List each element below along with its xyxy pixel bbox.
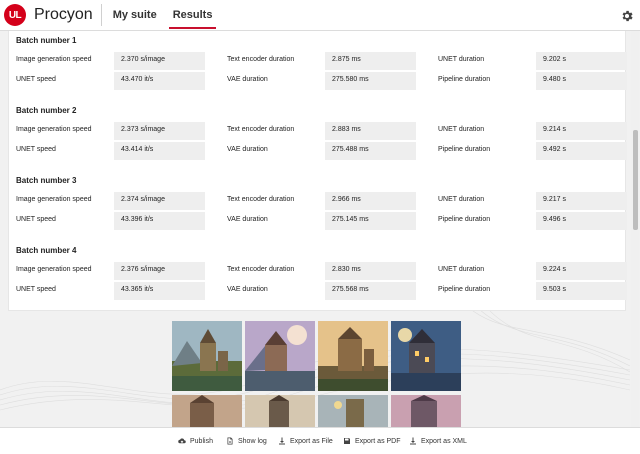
pipeline-duration-value: 9.496 s — [536, 212, 627, 230]
unet-duration-label: UNET duration — [438, 196, 485, 203]
unet-duration-label: UNET duration — [438, 126, 485, 133]
generated-image[interactable] — [172, 395, 242, 427]
unet-duration-value: 9.217 s — [536, 192, 627, 210]
metrics-row: Image generation speed 2.373 s/image Text … — [9, 122, 627, 140]
app-header: UL Procyon My suite Results — [0, 0, 640, 31]
show-log-label: Show log — [238, 437, 267, 445]
unet-duration-value: 9.224 s — [536, 262, 627, 280]
download-icon — [410, 437, 416, 445]
unet-speed-label: UNET speed — [16, 76, 56, 83]
generated-image[interactable] — [318, 395, 388, 427]
text-encoder-duration-value: 2.875 ms — [325, 52, 416, 70]
unet-speed-value: 43.365 it/s — [114, 282, 205, 300]
image-generation-speed-value: 2.373 s/image — [114, 122, 205, 140]
document-icon — [227, 437, 233, 445]
export-pdf-button[interactable]: Export as PDF — [343, 437, 401, 445]
batch-title: Batch number 1 — [16, 36, 77, 45]
unet-speed-label: UNET speed — [16, 216, 56, 223]
cloud-upload-icon — [178, 438, 186, 444]
generated-image[interactable] — [172, 321, 242, 391]
text-encoder-duration-value: 2.830 ms — [325, 262, 416, 280]
export-xml-label: Export as XML — [421, 437, 467, 445]
image-generation-speed-value: 2.376 s/image — [114, 262, 205, 280]
metrics-row: UNET speed 43.414 it/s VAE duration 275.488… — [9, 142, 627, 160]
tab-my-suite[interactable]: My suite — [105, 0, 165, 31]
metrics-row: Image generation speed 2.374 s/image Text … — [9, 192, 627, 210]
export-pdf-label: Export as PDF — [355, 437, 401, 445]
unet-duration-label: UNET duration — [438, 266, 485, 273]
header-divider — [100, 4, 102, 26]
metrics-row: UNET speed 43.365 it/s VAE duration 275.568… — [9, 282, 627, 300]
image-generation-speed-label: Image generation speed — [16, 126, 92, 133]
batch-title: Batch number 3 — [16, 176, 77, 185]
image-generation-speed-label: Image generation speed — [16, 196, 92, 203]
vae-duration-value: 275.568 ms — [325, 282, 416, 300]
pipeline-duration-label: Pipeline duration — [438, 216, 491, 223]
footer-toolbar: Publish Show log Export as File Export a… — [0, 427, 640, 454]
metrics-row: UNET speed 43.396 it/s VAE duration 275.145… — [9, 212, 627, 230]
app-title: Procyon — [34, 6, 93, 23]
unet-speed-value: 43.470 it/s — [114, 72, 205, 90]
pipeline-duration-label: Pipeline duration — [438, 76, 491, 83]
export-file-label: Export as File — [290, 437, 333, 445]
background-waves — [0, 300, 630, 411]
pipeline-duration-value: 9.492 s — [536, 142, 627, 160]
show-log-button[interactable]: Show log — [226, 437, 267, 445]
pipeline-duration-label: Pipeline duration — [438, 146, 491, 153]
vae-duration-label: VAE duration — [227, 146, 268, 153]
unet-duration-label: UNET duration — [438, 56, 485, 63]
unet-speed-value: 43.414 it/s — [114, 142, 205, 160]
vae-duration-value: 275.145 ms — [325, 212, 416, 230]
ul-logo: UL — [4, 4, 26, 26]
generated-image[interactable] — [391, 395, 461, 427]
image-generation-speed-label: Image generation speed — [16, 266, 92, 273]
image-generation-speed-value: 2.370 s/image — [114, 52, 205, 70]
tab-label: My suite — [112, 9, 157, 21]
save-icon — [344, 438, 350, 444]
batch-title: Batch number 2 — [16, 106, 77, 115]
vae-duration-value: 275.488 ms — [325, 142, 416, 160]
export-xml-button[interactable]: Export as XML — [409, 437, 467, 445]
results-panel: Batch number 1 Image generation speed 2.37… — [8, 31, 627, 311]
vae-duration-label: VAE duration — [227, 76, 268, 83]
logo-text: UL — [8, 9, 22, 21]
tab-results[interactable]: Results — [165, 0, 221, 31]
unet-duration-value: 9.214 s — [536, 122, 627, 140]
tab-label: Results — [172, 9, 213, 21]
download-icon — [279, 437, 285, 445]
pipeline-duration-value: 9.480 s — [536, 72, 627, 90]
metrics-row: UNET speed 43.470 it/s VAE duration 275.580… — [9, 72, 627, 90]
export-file-button[interactable]: Export as File — [278, 437, 333, 445]
pipeline-duration-value: 9.503 s — [536, 282, 627, 300]
vertical-scrollbar[interactable] — [631, 31, 639, 427]
pipeline-duration-label: Pipeline duration — [438, 286, 491, 293]
generated-image[interactable] — [245, 321, 315, 391]
text-encoder-duration-label: Text encoder duration — [227, 56, 295, 63]
image-generation-speed-label: Image generation speed — [16, 56, 92, 63]
scrollbar-thumb[interactable] — [633, 130, 638, 230]
image-generation-speed-value: 2.374 s/image — [114, 192, 205, 210]
vae-duration-label: VAE duration — [227, 286, 268, 293]
vae-duration-value: 275.580 ms — [325, 72, 416, 90]
publish-label: Publish — [190, 437, 213, 445]
metrics-row: Image generation speed 2.376 s/image Text … — [9, 262, 627, 280]
text-encoder-duration-label: Text encoder duration — [227, 196, 295, 203]
text-encoder-duration-value: 2.966 ms — [325, 192, 416, 210]
unet-speed-value: 43.396 it/s — [114, 212, 205, 230]
publish-button[interactable]: Publish — [178, 437, 213, 445]
text-encoder-duration-label: Text encoder duration — [227, 126, 295, 133]
metrics-row: Image generation speed 2.370 s/image Text … — [9, 52, 627, 70]
text-encoder-duration-value: 2.883 ms — [325, 122, 416, 140]
gear-icon[interactable] — [620, 9, 634, 23]
unet-duration-value: 9.202 s — [536, 52, 627, 70]
unet-speed-label: UNET speed — [16, 146, 56, 153]
unet-speed-label: UNET speed — [16, 286, 56, 293]
generated-image[interactable] — [318, 321, 388, 391]
vae-duration-label: VAE duration — [227, 216, 268, 223]
batch-title: Batch number 4 — [16, 246, 77, 255]
text-encoder-duration-label: Text encoder duration — [227, 266, 295, 273]
generated-image[interactable] — [245, 395, 315, 427]
generated-image[interactable] — [391, 321, 461, 391]
